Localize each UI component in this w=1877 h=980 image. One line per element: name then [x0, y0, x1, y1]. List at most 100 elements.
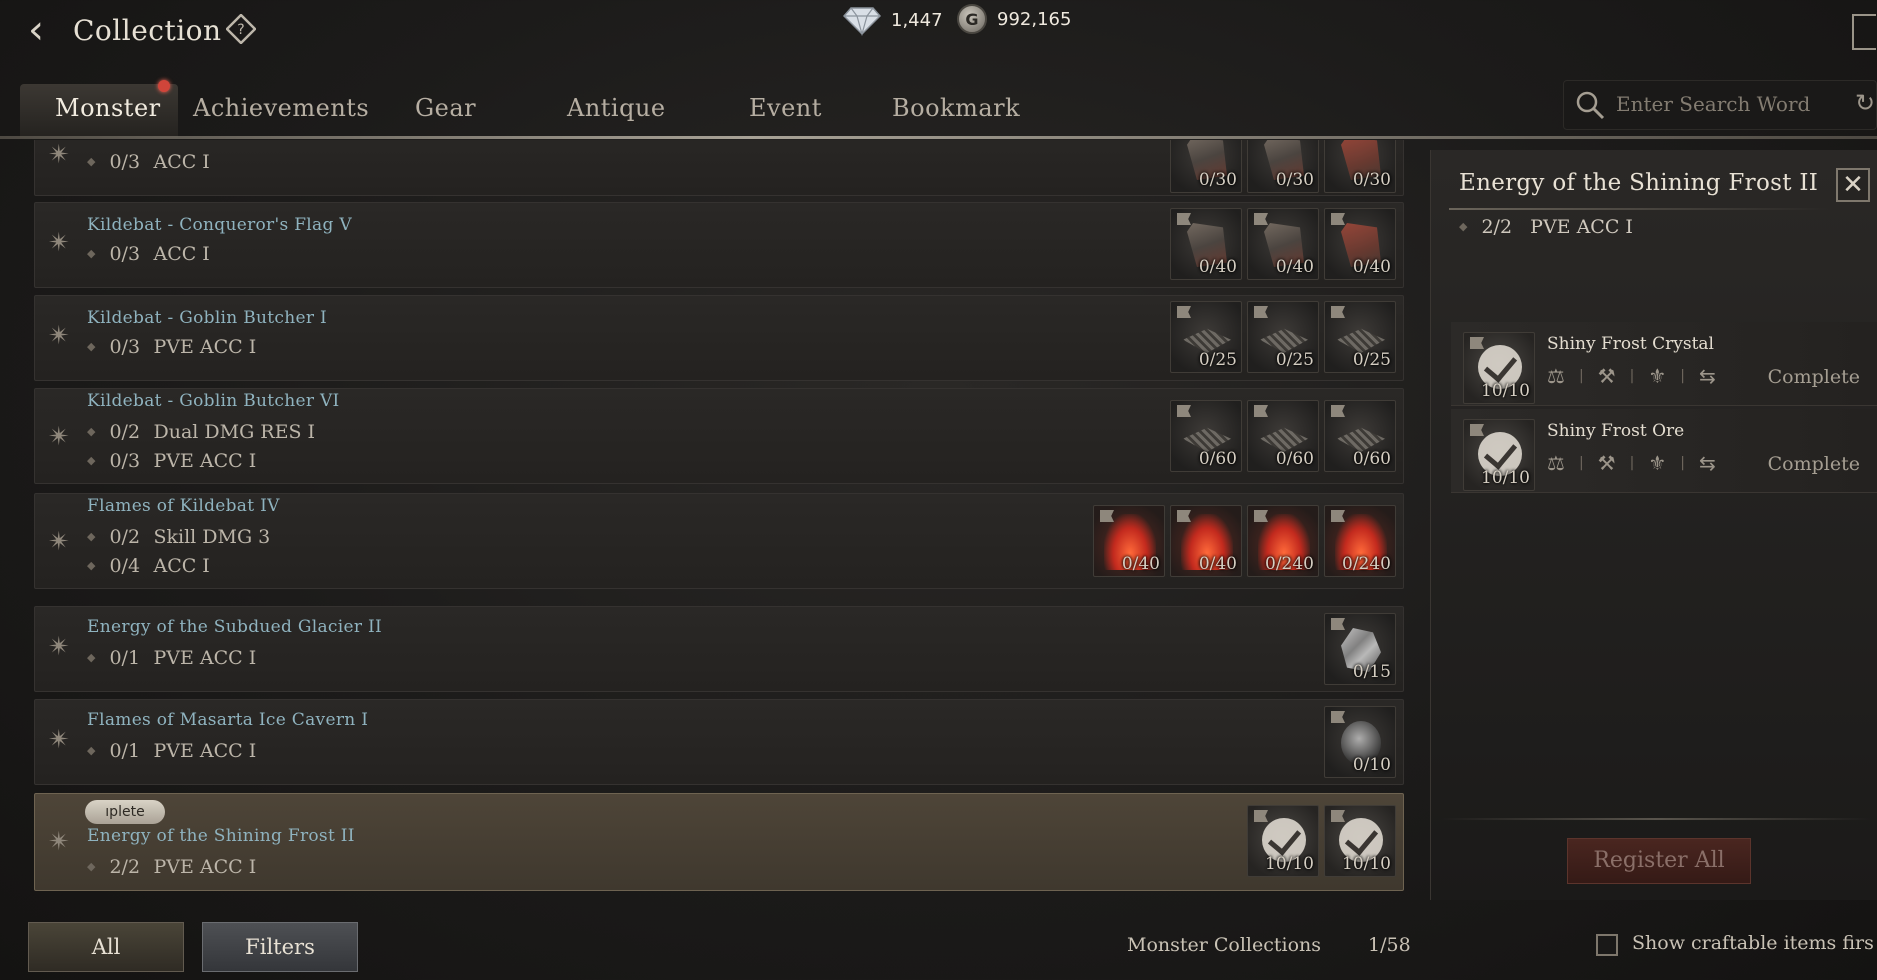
- collection-row[interactable]: ✴ Kildebat - Goblin Butcher VI ◆ 0/2 Dual …: [34, 388, 1404, 484]
- diamond-currency: 1,447: [843, 4, 943, 36]
- material-source-icons: ⚖ | ⚒ | ⚜ | ⇆: [1547, 451, 1716, 475]
- collection-row[interactable]: ✴ ◆ 0/3 ACC I 0/30 0/30 0/30: [34, 140, 1404, 196]
- scales-icon[interactable]: ⚖: [1547, 451, 1565, 475]
- item-slots: 0/30 0/30 0/30: [1170, 140, 1396, 193]
- refresh-icon[interactable]: ↻: [1855, 89, 1877, 117]
- tray-item-slot[interactable]: 0/25: [1247, 301, 1319, 373]
- bookmark-star-icon[interactable]: ✴: [45, 726, 73, 754]
- tab-monster[interactable]: Monster: [55, 94, 161, 122]
- exit-icon[interactable]: [1852, 14, 1876, 50]
- material-source-icons: ⚖ | ⚒ | ⚜ | ⇆: [1547, 364, 1716, 388]
- completed-item-slot[interactable]: 10/10: [1324, 805, 1396, 877]
- collection-name: Kildebat - Goblin Butcher I: [87, 308, 327, 328]
- gold-coin-icon: G: [957, 4, 987, 34]
- material-item-slot[interactable]: 10/10: [1463, 332, 1535, 404]
- scales-icon[interactable]: ⚖: [1547, 364, 1565, 388]
- exchange-icon[interactable]: ⇆: [1699, 364, 1716, 388]
- fire-item-slot[interactable]: 0/240: [1324, 505, 1396, 577]
- collection-row[interactable]: ✴ Flames of Kildebat IV ◆ 0/2 Skill DMG 3 …: [34, 493, 1404, 589]
- flag-item-slot[interactable]: 0/40: [1324, 208, 1396, 280]
- flag-item-slot[interactable]: 0/40: [1170, 208, 1242, 280]
- top-bar: ‹ Collection ? 1,447 G 992,165: [0, 0, 1877, 70]
- collection-name: Flames of Kildebat IV: [87, 496, 280, 516]
- tray-item-slot[interactable]: 0/25: [1324, 301, 1396, 373]
- back-arrow-icon[interactable]: ‹: [28, 10, 60, 50]
- collection-row[interactable]: ✴ Energy of the Subdued Glacier II ◆ 0/1 P…: [34, 606, 1404, 692]
- tray-item-slot[interactable]: 0/25: [1170, 301, 1242, 373]
- item-slots: 0/60 0/60 0/60: [1170, 400, 1396, 472]
- material-row[interactable]: 10/10 Shiny Frost Crystal ⚖ | ⚒ | ⚜ | ⇆ Com…: [1451, 322, 1877, 406]
- completed-item-slot[interactable]: 10/10: [1247, 805, 1319, 877]
- ore-item-slot[interactable]: 0/10: [1324, 706, 1396, 778]
- tab-event[interactable]: Event: [749, 94, 822, 122]
- bookmark-star-icon[interactable]: ✴: [45, 229, 73, 257]
- collection-stat: ◆ 0/3 ACC I: [87, 151, 210, 173]
- fire-item-slot[interactable]: 0/40: [1093, 505, 1165, 577]
- fire-item-slot[interactable]: 0/240: [1247, 505, 1319, 577]
- search-icon[interactable]: [1574, 89, 1606, 121]
- collection-name: Kildebat - Goblin Butcher VI: [87, 391, 340, 411]
- detail-stat: ◆ 2/2 PVE ACC I: [1459, 216, 1633, 238]
- collection-row[interactable]: ✴ Kildebat - Goblin Butcher I ◆ 0/3 PVE AC…: [34, 295, 1404, 381]
- exchange-icon[interactable]: ⇆: [1699, 451, 1716, 475]
- crest-icon[interactable]: ⚜: [1648, 451, 1666, 475]
- craftable-checkbox-label: Show craftable items firs: [1632, 932, 1874, 954]
- item-slots: 0/40 0/40 0/240 0/240: [1093, 505, 1396, 577]
- item-slots: 0/25 0/25 0/25: [1170, 301, 1396, 373]
- help-icon[interactable]: ?: [226, 14, 256, 44]
- detail-divider: [1441, 818, 1871, 820]
- tray-item-slot[interactable]: 0/60: [1247, 400, 1319, 472]
- anvil-icon[interactable]: ⚒: [1598, 364, 1616, 388]
- flag-item-slot[interactable]: 0/30: [1324, 140, 1396, 193]
- bookmark-star-icon[interactable]: ✴: [45, 423, 73, 451]
- bookmark-star-icon[interactable]: ✴: [45, 141, 73, 169]
- collection-count-value: 1/58: [1368, 934, 1411, 956]
- item-slots: 10/10 10/10: [1247, 805, 1396, 877]
- collection-name: Kildebat - Conqueror's Flag V: [87, 215, 352, 235]
- collection-row-selected[interactable]: ıplete ✴ Energy of the Shining Frost II …: [34, 793, 1404, 891]
- search-box: [1563, 80, 1877, 130]
- bottom-bar: All Filters Monster Collections 1/58 Sho…: [0, 910, 1877, 980]
- bookmark-star-icon[interactable]: ✴: [45, 828, 73, 856]
- register-all-button[interactable]: Register All: [1567, 838, 1751, 884]
- flag-item-slot[interactable]: 0/40: [1247, 208, 1319, 280]
- close-icon[interactable]: ✕: [1836, 168, 1870, 202]
- tray-item-slot[interactable]: 0/60: [1170, 400, 1242, 472]
- collection-row[interactable]: ✴ Kildebat - Conqueror's Flag V ◆ 0/3 ACC …: [34, 202, 1404, 288]
- tab-antique[interactable]: Antique: [567, 94, 666, 122]
- tab-achievements[interactable]: Achievements: [193, 94, 369, 122]
- search-input[interactable]: [1616, 89, 1836, 119]
- collection-row[interactable]: ✴ Flames of Masarta Ice Cavern I ◆ 0/1 PVE…: [34, 699, 1404, 785]
- bookmark-star-icon[interactable]: ✴: [45, 528, 73, 556]
- svg-text:?: ?: [237, 22, 244, 38]
- filters-button[interactable]: Filters: [202, 922, 358, 972]
- bookmark-star-icon[interactable]: ✴: [45, 633, 73, 661]
- gold-currency: G 992,165: [957, 4, 1071, 34]
- material-status: Complete: [1767, 366, 1860, 388]
- material-row[interactable]: 10/10 Shiny Frost Ore ⚖ | ⚒ | ⚜ | ⇆ Complet…: [1451, 409, 1877, 493]
- gold-amount: 992,165: [997, 8, 1072, 30]
- crystal-item-slot[interactable]: 0/15: [1324, 613, 1396, 685]
- material-name: Shiny Frost Crystal: [1547, 334, 1714, 354]
- collection-list[interactable]: ✴ ◆ 0/3 ACC I 0/30 0/30 0/30 ✴ Kildebat - …: [34, 140, 1404, 900]
- collection-count-label: Monster Collections: [1127, 934, 1322, 956]
- collection-stat: ◆ 2/2 PVE ACC I: [87, 856, 257, 878]
- tab-bookmark[interactable]: Bookmark: [892, 94, 1020, 122]
- tray-item-slot[interactable]: 0/60: [1324, 400, 1396, 472]
- bookmark-star-icon[interactable]: ✴: [45, 322, 73, 350]
- all-button[interactable]: All: [28, 922, 184, 972]
- fire-item-slot[interactable]: 0/40: [1170, 505, 1242, 577]
- collection-stat: ◆ 0/2 Dual DMG RES I: [87, 421, 316, 443]
- tab-gear[interactable]: Gear: [415, 94, 476, 122]
- flag-item-slot[interactable]: 0/30: [1170, 140, 1242, 193]
- notification-dot: [158, 80, 170, 92]
- item-slots: 0/40 0/40 0/40: [1170, 208, 1396, 280]
- crest-icon[interactable]: ⚜: [1648, 364, 1666, 388]
- item-slots: 0/15: [1324, 613, 1396, 685]
- collection-stat: ◆ 0/1 PVE ACC I: [87, 740, 257, 762]
- anvil-icon[interactable]: ⚒: [1598, 451, 1616, 475]
- craftable-checkbox[interactable]: [1596, 934, 1618, 956]
- material-item-slot[interactable]: 10/10: [1463, 419, 1535, 491]
- detail-panel: Energy of the Shining Frost II ✕ ◆ 2/2 PV…: [1430, 150, 1877, 900]
- flag-item-slot[interactable]: 0/30: [1247, 140, 1319, 193]
